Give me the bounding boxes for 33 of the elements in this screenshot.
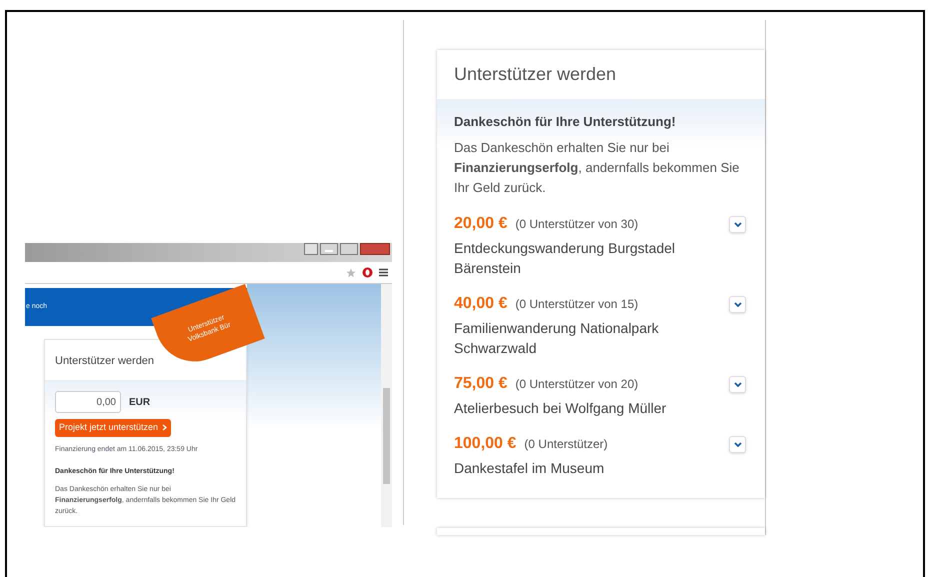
star-icon[interactable] bbox=[346, 268, 356, 278]
reward-price: 75,00 € bbox=[454, 374, 508, 394]
reward-price: 20,00 € bbox=[454, 214, 508, 234]
reward-name: Dankestafel im Museum bbox=[454, 458, 606, 478]
reward-name: Familienwanderung Nationalpark Schwarzwald bbox=[454, 318, 660, 358]
expand-toggle[interactable] bbox=[729, 216, 746, 232]
supporter-count: (0 Unterstützer von 30) bbox=[515, 216, 638, 232]
card-title: Unterstützer werden bbox=[55, 355, 154, 367]
chevron-down-icon bbox=[734, 382, 742, 386]
minimize-button[interactable] bbox=[320, 243, 338, 255]
supporter-count: (0 Unterstützer von 15) bbox=[515, 296, 638, 312]
profile-button[interactable] bbox=[304, 243, 318, 255]
expand-toggle[interactable] bbox=[729, 436, 746, 452]
restore-button[interactable] bbox=[340, 243, 358, 255]
chevron-down-icon bbox=[734, 222, 742, 226]
reward-name: Atelierbesuch bei Wolfgang Müller bbox=[454, 398, 668, 418]
reward-price: 40,00 € bbox=[454, 294, 508, 314]
reward-name: Entdeckungswanderung Burgstadel Bärenstein bbox=[454, 238, 676, 278]
currency-label: EUR bbox=[129, 396, 150, 410]
supporter-count: (0 Unterstützer von 20) bbox=[515, 376, 638, 392]
chevron-down-icon bbox=[734, 442, 742, 446]
supporter-count: (0 Unterstützer) bbox=[524, 436, 608, 452]
panel-title: Unterstützer werden bbox=[454, 64, 616, 84]
menu-icon[interactable] bbox=[379, 268, 388, 277]
thanks-heading: Dankeschön für Ihre Unterstützung! bbox=[454, 113, 677, 131]
thanks-description: Das Dankeschön erhalten Sie nur bei Finanzierungserfolg, andernfalls bekommen Sie Ihr Geld zurück. bbox=[454, 138, 740, 196]
amount-field[interactable]: 0,00 bbox=[55, 391, 121, 413]
chevron-down-icon bbox=[734, 302, 742, 306]
expand-toggle[interactable] bbox=[729, 296, 746, 312]
reward-price: 100,00 € bbox=[454, 434, 516, 454]
chevron-right-icon bbox=[162, 424, 168, 432]
expand-toggle[interactable] bbox=[729, 376, 746, 392]
extension-icon[interactable] bbox=[362, 267, 373, 278]
